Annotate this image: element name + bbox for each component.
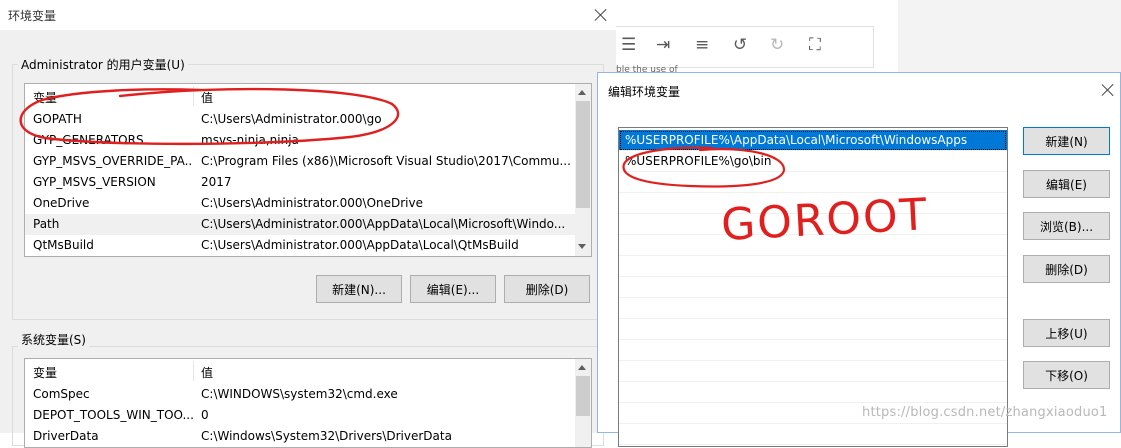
list-item-empty[interactable] <box>619 256 1007 277</box>
table-row-selected[interactable]: Path C:\Users\Administrator.000\AppData\… <box>25 214 575 235</box>
list-item-empty[interactable] <box>619 298 1007 319</box>
delete-entry-button[interactable]: 删除(D) <box>1023 255 1110 283</box>
system-variables-label: 系统变量(S) <box>18 331 89 348</box>
list-item-empty[interactable] <box>619 172 1007 193</box>
indent-icon[interactable]: ⇥ <box>656 37 670 54</box>
dialog-title: 环境变量 <box>8 9 57 23</box>
move-down-button[interactable]: 下移(O) <box>1023 361 1110 389</box>
table-row[interactable]: GYP_MSVS_VERSION 2017 <box>25 172 575 193</box>
column-divider[interactable] <box>193 86 194 106</box>
column-header-value[interactable]: 值 <box>201 364 213 381</box>
path-entries-list[interactable]: %USERPROFILE%\AppData\Local\Microsoft\Wi… <box>618 127 1008 447</box>
move-up-button[interactable]: 上移(U) <box>1023 319 1110 347</box>
list-header: 变量 值 <box>25 84 591 108</box>
list-item-empty[interactable] <box>619 193 1007 214</box>
edit-entry-button[interactable]: 编辑(E) <box>1023 170 1110 198</box>
scroll-down-icon[interactable] <box>578 244 586 249</box>
column-header-variable[interactable]: 变量 <box>33 89 57 106</box>
vertical-scrollbar[interactable] <box>575 84 591 256</box>
align-justify-icon[interactable]: ☰ <box>621 37 636 54</box>
edit-user-variable-button[interactable]: 编辑(E)... <box>410 275 496 303</box>
table-row[interactable]: ComSpec C:\WINDOWS\system32\cmd.exe <box>25 384 575 405</box>
undo-icon[interactable]: ↺ <box>733 37 747 54</box>
list-item-empty[interactable] <box>619 235 1007 256</box>
watermark: https://blog.csdn.net/zhangxiaoduo1 <box>862 405 1108 420</box>
title-bar: 环境变量 <box>0 0 616 30</box>
scroll-up-icon[interactable] <box>578 365 586 370</box>
fullscreen-icon[interactable]: ⛶ <box>809 37 821 54</box>
redo-icon[interactable]: ↻ <box>770 37 784 54</box>
table-row[interactable]: DriverData C:\Windows\System32\Drivers\D… <box>25 426 575 447</box>
list-item-empty[interactable] <box>619 277 1007 298</box>
scroll-up-icon[interactable] <box>578 90 586 95</box>
close-icon[interactable] <box>1101 83 1115 97</box>
table-row[interactable]: GYP_GENERATORS msvs-ninja,ninja <box>25 130 575 151</box>
column-divider[interactable] <box>193 361 194 381</box>
table-row[interactable]: GYP_MSVS_OVERRIDE_PA... C:\Program Files… <box>25 151 575 172</box>
scrollbar-thumb[interactable] <box>576 376 590 416</box>
table-row[interactable]: DEPOT_TOOLS_WIN_TOO... 0 <box>25 405 575 426</box>
list-header: 变量 值 <box>25 359 591 383</box>
delete-user-variable-button[interactable]: 删除(D) <box>504 275 590 303</box>
new-entry-button[interactable]: 新建(N) <box>1023 127 1110 155</box>
list-item-empty[interactable] <box>619 340 1007 361</box>
column-header-variable[interactable]: 变量 <box>33 364 57 381</box>
user-variables-label: Administrator 的用户变量(U) <box>18 56 188 73</box>
table-row[interactable]: OneDrive C:\Users\Administrator.000\OneD… <box>25 193 575 214</box>
column-header-value[interactable]: 值 <box>201 89 213 106</box>
edit-environment-variable-dialog: 编辑环境变量 %USERPROFILE%\AppData\Local\Micro… <box>597 72 1121 447</box>
close-icon[interactable] <box>594 8 608 22</box>
list-item-empty[interactable] <box>619 424 1007 445</box>
new-user-variable-button[interactable]: 新建(N)... <box>316 275 402 303</box>
table-row[interactable]: GOPATH C:\Users\Administrator.000\go <box>25 109 575 130</box>
list-item-empty[interactable] <box>619 361 1007 382</box>
vertical-scrollbar[interactable] <box>575 359 591 447</box>
list-icon[interactable]: ≡ <box>695 37 709 54</box>
background-panel <box>898 0 1121 72</box>
list-item[interactable]: %USERPROFILE%\go\bin <box>619 151 1007 172</box>
dialog-title: 编辑环境变量 <box>608 85 681 99</box>
list-item-empty[interactable] <box>619 319 1007 340</box>
scrollbar-thumb[interactable] <box>576 101 590 208</box>
list-item-empty[interactable] <box>619 382 1007 403</box>
browse-button[interactable]: 浏览(B)... <box>1023 212 1110 240</box>
list-item-selected[interactable]: %USERPROFILE%\AppData\Local\Microsoft\Wi… <box>619 130 1007 151</box>
list-item-empty[interactable] <box>619 214 1007 235</box>
system-variables-list[interactable]: 变量 值 ComSpec C:\WINDOWS\system32\cmd.exe… <box>24 358 592 448</box>
user-variables-list[interactable]: 变量 值 GOPATH C:\Users\Administrator.000\g… <box>24 83 592 257</box>
table-row[interactable]: QtMsBuild C:\Users\Administrator.000\App… <box>25 235 575 256</box>
environment-variables-dialog: 环境变量 Administrator 的用户变量(U) 变量 值 GOPATH … <box>0 0 616 448</box>
